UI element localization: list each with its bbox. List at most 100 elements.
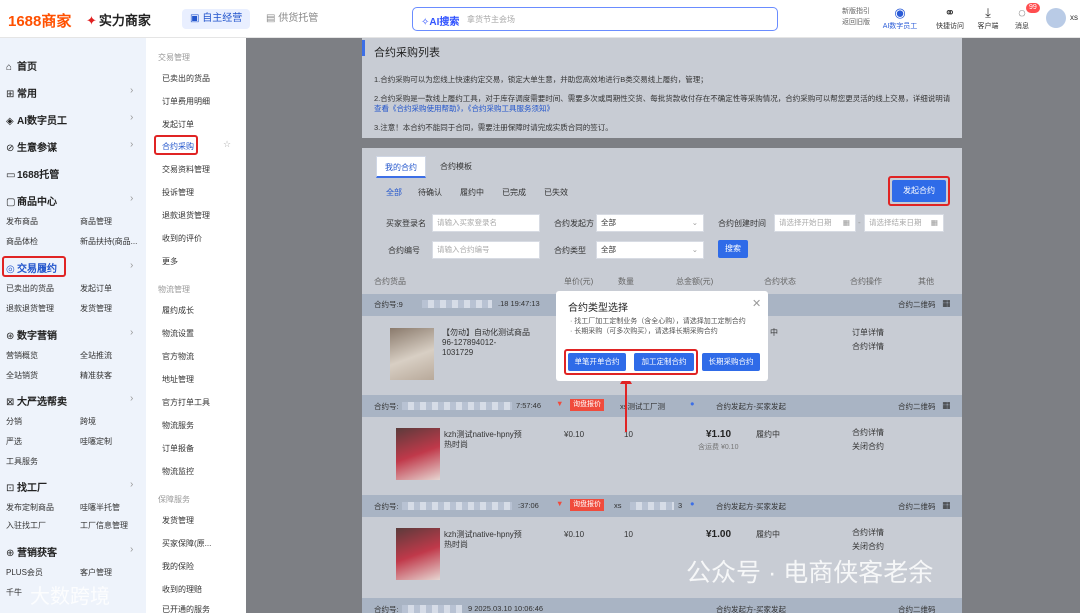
sidebar-sub-mkt-leads[interactable]: 精准获客 [80,370,112,381]
tab-contract-templates[interactable]: 合约模板 [432,156,480,178]
sidebar-sub-refund[interactable]: 退款退货管理 [6,303,54,314]
sidebar-sub-yanxuan[interactable]: 严选 [6,436,22,447]
product-image[interactable] [396,528,440,580]
search-button[interactable]: 搜索 [718,240,748,258]
sidebar-item-home[interactable]: ⌂ 首页 [6,58,37,73]
product-image[interactable] [396,428,440,480]
close-contract-link[interactable]: 关闭合约 [852,442,884,452]
sidebar-item-factory[interactable]: ⊡ 找工厂 [6,479,47,494]
sub-item-logistics-service[interactable]: 物流服务 [162,420,194,431]
sub-item-reviews[interactable]: 收到的评价 [162,233,202,244]
sub-item-order-report[interactable]: 订单报备 [162,443,194,454]
contract-detail-link[interactable]: 合约详情 [852,428,884,438]
sub-item-refunds[interactable]: 退款退货管理 [162,210,210,221]
username[interactable]: xs [1070,13,1078,22]
tab-supply-hosting[interactable]: ▤ 供货托管 [258,9,326,29]
sub-item-logistics-settings[interactable]: 物流设置 [162,328,194,339]
contract-detail-link[interactable]: 合约详情 [852,528,884,538]
sub-item-more[interactable]: 更多 [162,256,178,267]
logo-1688[interactable]: 1688商家 [8,10,71,31]
sub-item-monitor[interactable]: 物流监控 [162,466,194,477]
qr-code-icon[interactable]: ▦ [942,400,951,411]
sidebar-sub-distribute[interactable]: 分销 [6,416,22,427]
buyer-input[interactable]: 请输入买家登录名 [432,214,540,232]
sub-item-sold[interactable]: 已卖出的货品 [162,73,210,84]
sub-item-print-tool[interactable]: 官方打单工具 [162,397,210,408]
sub-item-claims[interactable]: 收到的理赔 [162,584,202,595]
long-term-contract-button[interactable]: 长期采购合约 [702,353,760,371]
sidebar-sub-qianniu[interactable]: 千牛 [6,587,22,598]
qr-code-link[interactable]: 合约二维码 [898,299,936,310]
avatar[interactable] [1046,8,1066,28]
qr-code-link[interactable]: 合约二维码 [898,401,936,412]
sub-item-official-logistics[interactable]: 官方物流 [162,351,194,362]
global-search[interactable]: ✧AI搜索 拿货节主会场 [412,7,778,31]
sub-item-buyer-protect[interactable]: 买家保障(原... [162,538,211,549]
sidebar-item-ai[interactable]: ◈ AI数字员工 [6,112,67,127]
search-input[interactable]: 拿货节主会场 [467,14,515,25]
sidebar-sub-manage[interactable]: 商品管理 [80,216,112,227]
status-tab-pending[interactable]: 待确认 [418,187,442,198]
sidebar-sub-custom[interactable]: 哇噻定制 [80,436,112,447]
old-version-link[interactable]: 返回旧版 [842,17,870,28]
sidebar-sub-customers[interactable]: 客户管理 [80,567,112,578]
sub-item-opened-services[interactable]: 已开通的服务 [162,604,210,613]
custom-processing-contract-button[interactable]: 加工定制合约 [634,353,694,371]
sub-item-fee-detail[interactable]: 订单费用明细 [162,96,210,107]
sidebar-item-marketing[interactable]: ⊛ 数字营销 [6,327,57,342]
contract-detail-link[interactable]: 合约详情 [852,342,884,352]
product-title[interactable]: kzh测试native-hpny预 [444,530,522,540]
qr-code-icon[interactable]: ▦ [942,500,951,511]
brand-logo[interactable]: ✦ 实力商家 [86,10,151,29]
info-icon[interactable]: ● [690,499,695,508]
qr-code-link[interactable]: 合约二维码 [898,501,936,512]
contract-no-input[interactable]: 请输入合约编号 [432,241,540,259]
help-links[interactable]: 查看《合约采购使用帮助》，《合约采购工具服务须知》 [374,104,554,113]
sidebar-sub-publish[interactable]: 发布商品 [6,216,38,227]
sidebar-sub-semi-hosting[interactable]: 哇噻半托管 [80,502,120,513]
sub-item-address[interactable]: 地址管理 [162,374,194,385]
sidebar-sub-mkt-overview[interactable]: 营销概览 [6,350,38,361]
sidebar-sub-mkt-sales[interactable]: 全站销货 [6,370,38,381]
sidebar-item-hosting[interactable]: ▭ 1688托管 [6,166,59,181]
contract-type-select[interactable]: 全部 ⌄ [596,241,704,259]
sub-item-insurance[interactable]: 我的保险 [162,561,194,572]
sub-item-growth[interactable]: 履约成长 [162,305,194,316]
sub-item-create-order[interactable]: 发起订单 [162,119,194,130]
note-help-link[interactable]: 查看《合约采购使用帮助》，《合约采购工具服务须知》 [374,103,554,114]
sidebar-sub-tools[interactable]: 工具服务 [6,456,38,467]
status-tab-all[interactable]: 全部 [386,187,402,198]
order-detail-link[interactable]: 订单详情 [852,328,884,338]
ai-employee-button[interactable]: ◉ AI数字员工 [880,5,920,31]
initiator-select[interactable]: 全部 ⌄ [596,214,704,232]
status-tab-expired[interactable]: 已失效 [544,187,568,198]
sub-item-complaints[interactable]: 投诉管理 [162,187,194,198]
sidebar-sub-crossborder[interactable]: 跨境 [80,416,96,427]
status-tab-completed[interactable]: 已完成 [502,187,526,198]
new-guide-link[interactable]: 新版指引 [842,6,870,17]
messages-button[interactable]: ◌ 99 消息 [1002,3,1042,31]
sidebar-item-common[interactable]: ⊞ 常用 [6,85,37,100]
sidebar-sub-ship[interactable]: 发货管理 [80,303,112,314]
tab-my-contracts[interactable]: 我的合约 [376,156,426,178]
quick-access-button[interactable]: ⚭ 快捷访问 [930,5,970,31]
qr-code-link[interactable]: 合约二维码 [898,604,936,613]
close-icon[interactable]: ✕ [752,297,761,310]
close-contract-link[interactable]: 关闭合约 [852,542,884,552]
sidebar-sub-mkt-push[interactable]: 全站推流 [80,350,112,361]
ai-search-label[interactable]: ✧AI搜索 [421,13,459,28]
single-order-contract-button[interactable]: 单笔开单合约 [568,353,626,371]
qr-code-icon[interactable]: ▦ [942,298,951,309]
sidebar-item-acquisition[interactable]: ⊕ 营销获客 [6,544,57,559]
sidebar-item-yanxuan[interactable]: ⊠ 大严选帮卖 [6,393,67,408]
product-image[interactable] [390,328,434,380]
star-icon[interactable]: ☆ [223,139,231,150]
sidebar-sub-create-order[interactable]: 发起订单 [80,283,112,294]
start-date-input[interactable]: 请选择开始日期 ▦ [774,214,856,232]
sidebar-item-business-advisor[interactable]: ⊘ 生意参谋 [6,139,57,154]
tab-self-operated[interactable]: ▣ 自主经营 [182,9,251,29]
sub-item-shipping[interactable]: 发货管理 [162,515,194,526]
sidebar-sub-plus[interactable]: PLUS会员 [6,567,43,578]
sidebar-sub-newprod[interactable]: 新品扶持(商品... [80,236,137,247]
sidebar-sub-custom-product[interactable]: 发布定制商品 [6,502,54,513]
